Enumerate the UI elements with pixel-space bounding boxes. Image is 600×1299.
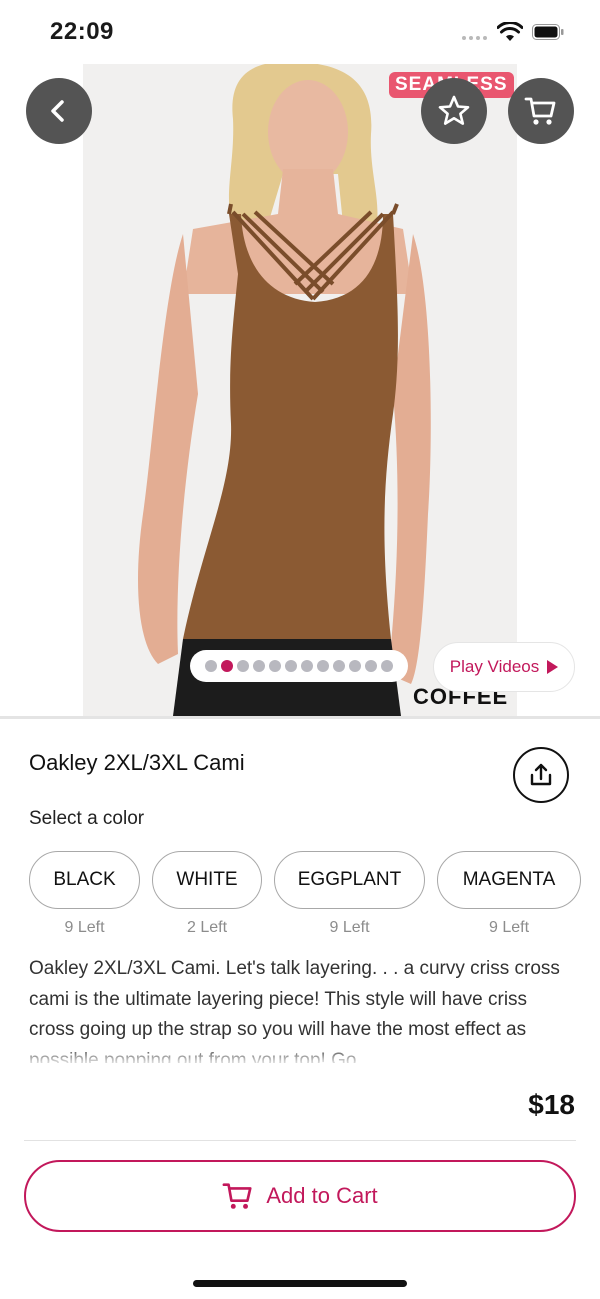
stock-count: 2 Left — [186, 919, 228, 936]
carousel-dot[interactable] — [285, 660, 297, 672]
color-options: BLACK 9 Left WHITE 2 Left EGGPLANT 9 Lef… — [29, 851, 600, 951]
select-color-label: Select a color — [29, 808, 145, 829]
share-button[interactable] — [513, 747, 569, 803]
cellular-signal-icon — [462, 36, 487, 40]
color-name: WHITE — [176, 869, 238, 890]
color-name: EGGPLANT — [297, 869, 402, 890]
battery-icon — [532, 24, 564, 40]
stock-count: 9 Left — [488, 919, 530, 936]
product-photo — [83, 64, 517, 716]
carousel-dot[interactable] — [301, 660, 313, 672]
product-description: Oakley 2XL/3XL Cami. Let's talk layering… — [29, 958, 560, 1064]
carousel-dot[interactable] — [269, 660, 281, 672]
status-bar: 22:09 — [0, 0, 600, 64]
add-to-cart-button[interactable]: Add to Cart — [24, 1160, 576, 1232]
product-title: Oakley 2XL/3XL Cami — [29, 750, 245, 775]
product-image-carousel[interactable]: SEAMLESS COFFEE Play Videos — [0, 64, 600, 716]
carousel-dot[interactable] — [317, 660, 329, 672]
color-option-black[interactable]: BLACK — [29, 851, 140, 909]
add-to-cart-label: Add to Cart — [266, 1183, 378, 1208]
carousel-indicator — [190, 650, 408, 682]
divider — [24, 1140, 576, 1141]
color-option-white[interactable]: WHITE — [152, 851, 262, 909]
price: $18 — [528, 1089, 575, 1120]
carousel-dot[interactable] — [333, 660, 345, 672]
share-icon — [530, 763, 552, 786]
divider — [0, 716, 600, 719]
cart-button[interactable] — [508, 78, 574, 144]
color-name: BLACK — [53, 869, 116, 890]
favorite-button[interactable] — [421, 78, 487, 144]
carousel-dot[interactable] — [205, 660, 217, 672]
back-button[interactable] — [26, 78, 92, 144]
color-option-magenta[interactable]: MAGENTA — [437, 851, 581, 909]
status-time: 22:09 — [50, 18, 114, 45]
color-name: MAGENTA — [462, 869, 556, 890]
purchase-panel: $18 Add to Cart — [0, 1063, 600, 1299]
star-icon — [438, 95, 470, 125]
home-indicator[interactable] — [193, 1280, 407, 1287]
play-videos-button[interactable]: Play Videos — [433, 642, 575, 692]
carousel-dot[interactable] — [221, 660, 233, 672]
play-videos-label: Play Videos — [449, 657, 540, 676]
chevron-left-icon — [51, 100, 64, 122]
carousel-dot[interactable] — [365, 660, 377, 672]
wifi-icon — [497, 22, 523, 41]
stock-count: 9 Left — [329, 919, 370, 936]
play-icon — [547, 660, 559, 674]
color-option-eggplant[interactable]: EGGPLANT — [274, 851, 425, 909]
carousel-dot[interactable] — [237, 660, 249, 672]
carousel-dot[interactable] — [381, 660, 393, 672]
cart-icon — [222, 1183, 252, 1209]
stock-count: 9 Left — [64, 919, 105, 936]
cart-icon — [524, 97, 556, 125]
carousel-dot[interactable] — [349, 660, 361, 672]
carousel-dot[interactable] — [253, 660, 265, 672]
